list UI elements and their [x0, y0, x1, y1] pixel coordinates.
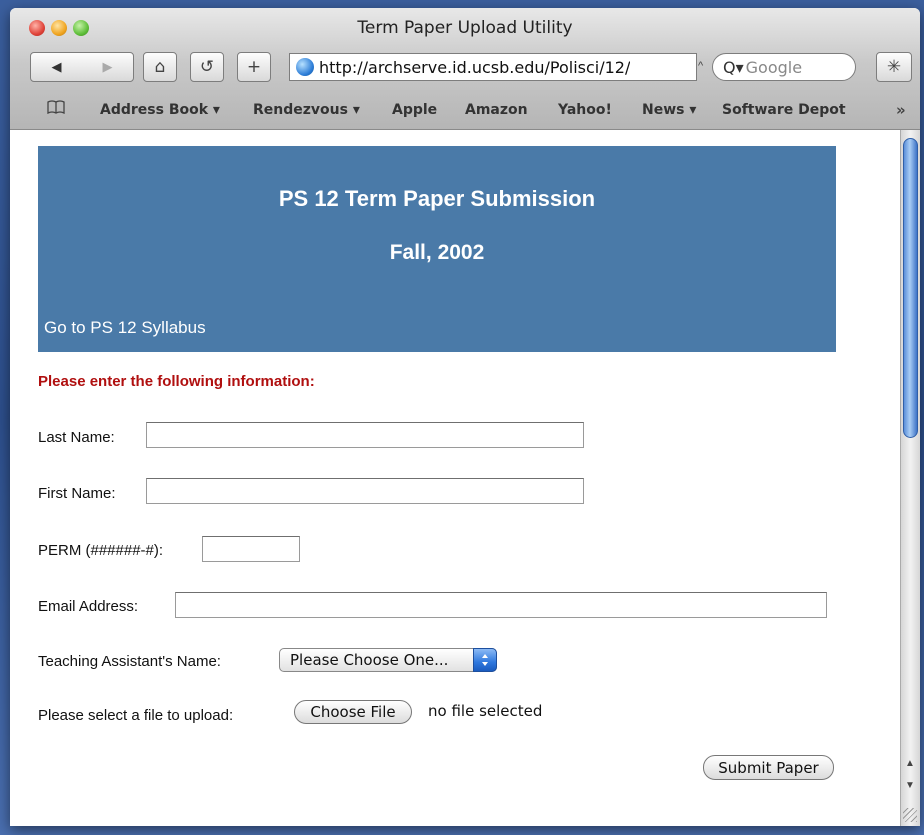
syllabus-link[interactable]: Go to PS 12 Syllabus [44, 318, 206, 338]
address-bar[interactable]: http://archserve.id.ucsb.edu/Polisci/12/ [289, 53, 697, 81]
scroll-down-arrow-icon[interactable]: ▼ [905, 780, 915, 791]
form-instructions: Please enter the following information: [38, 373, 315, 390]
search-input[interactable]: Q▾ Google [712, 53, 856, 81]
email-input[interactable] [175, 592, 827, 618]
first-name-label: First Name: [38, 485, 116, 502]
scroll-up-arrow-icon[interactable]: ▲ [905, 758, 915, 769]
reload-button[interactable]: ↺ [190, 52, 224, 82]
last-name-label: Last Name: [38, 429, 115, 446]
no-file-status: no file selected [428, 702, 543, 720]
vertical-scrollbar[interactable]: ▲ ▼ [900, 130, 920, 826]
page-subtitle: Fall, 2002 [389, 241, 485, 264]
browser-window: Term Paper Upload Utility ◀ ▶ ⌂ ↺ + http… [10, 8, 920, 826]
bookmarks-book-icon[interactable] [47, 100, 65, 118]
back-forward-buttons[interactable]: ◀ ▶ [30, 52, 134, 82]
file-label: Please select a file to upload: [38, 707, 234, 724]
bug-report-button[interactable]: ✳ [876, 52, 912, 82]
bookmark-rendezvous[interactable]: Rendezvous ▾ [253, 102, 360, 118]
bookmark-software-depot[interactable]: Software Depot [722, 102, 846, 118]
window-title: Term Paper Upload Utility [357, 18, 573, 38]
bookmark-apple[interactable]: Apple [392, 102, 437, 118]
bookmark-amazon[interactable]: Amazon [465, 102, 528, 118]
bookmark-yahoo[interactable]: Yahoo! [558, 102, 612, 118]
bookmark-news[interactable]: News ▾ [642, 102, 696, 118]
address-url[interactable]: http://archserve.id.ucsb.edu/Polisci/12/ [319, 58, 630, 77]
home-button[interactable]: ⌂ [143, 52, 177, 82]
scrollbar-thumb[interactable] [903, 138, 918, 438]
ta-label: Teaching Assistant's Name: [38, 653, 221, 670]
ta-select[interactable]: Please Choose One... [279, 648, 497, 672]
choose-file-button[interactable]: Choose File [294, 700, 412, 724]
submit-paper-button[interactable]: Submit Paper [703, 755, 834, 780]
reload-icon: ↺ [199, 57, 215, 77]
perm-label: PERM (######-#): [38, 542, 164, 559]
page-header-banner: PS 12 Term Paper Submission Fall, 2002 G… [38, 146, 836, 352]
search-placeholder: Google [745, 57, 803, 77]
resize-grip-icon[interactable] [903, 808, 917, 822]
search-icon[interactable]: Q▾ [723, 58, 744, 77]
last-name-input[interactable] [146, 422, 584, 448]
bookmarks-overflow-icon[interactable]: » [896, 101, 906, 119]
email-label: Email Address: [38, 598, 139, 615]
globe-icon [296, 58, 314, 76]
add-bookmark-button[interactable]: + [237, 52, 271, 82]
perm-input[interactable] [202, 536, 300, 562]
bookmark-address-book[interactable]: Address Book ▾ [100, 102, 220, 118]
back-arrow-icon[interactable]: ◀ [52, 60, 62, 75]
bookmarks-bar: Address Book ▾ Rendezvous ▾ Apple Amazon… [10, 96, 920, 124]
title-bar: Term Paper Upload Utility ◀ ▶ ⌂ ↺ + http… [10, 8, 920, 130]
home-icon: ⌂ [154, 57, 166, 77]
first-name-input[interactable] [146, 478, 584, 504]
plus-icon: + [246, 57, 262, 77]
ta-select-value: Please Choose One... [290, 651, 449, 669]
forward-arrow-icon[interactable]: ▶ [103, 60, 113, 75]
bug-icon: ✳ [886, 57, 902, 77]
url-history-icon[interactable]: ^ [698, 60, 703, 72]
page-title: PS 12 Term Paper Submission [278, 186, 596, 211]
select-arrows-icon[interactable] [473, 648, 497, 672]
